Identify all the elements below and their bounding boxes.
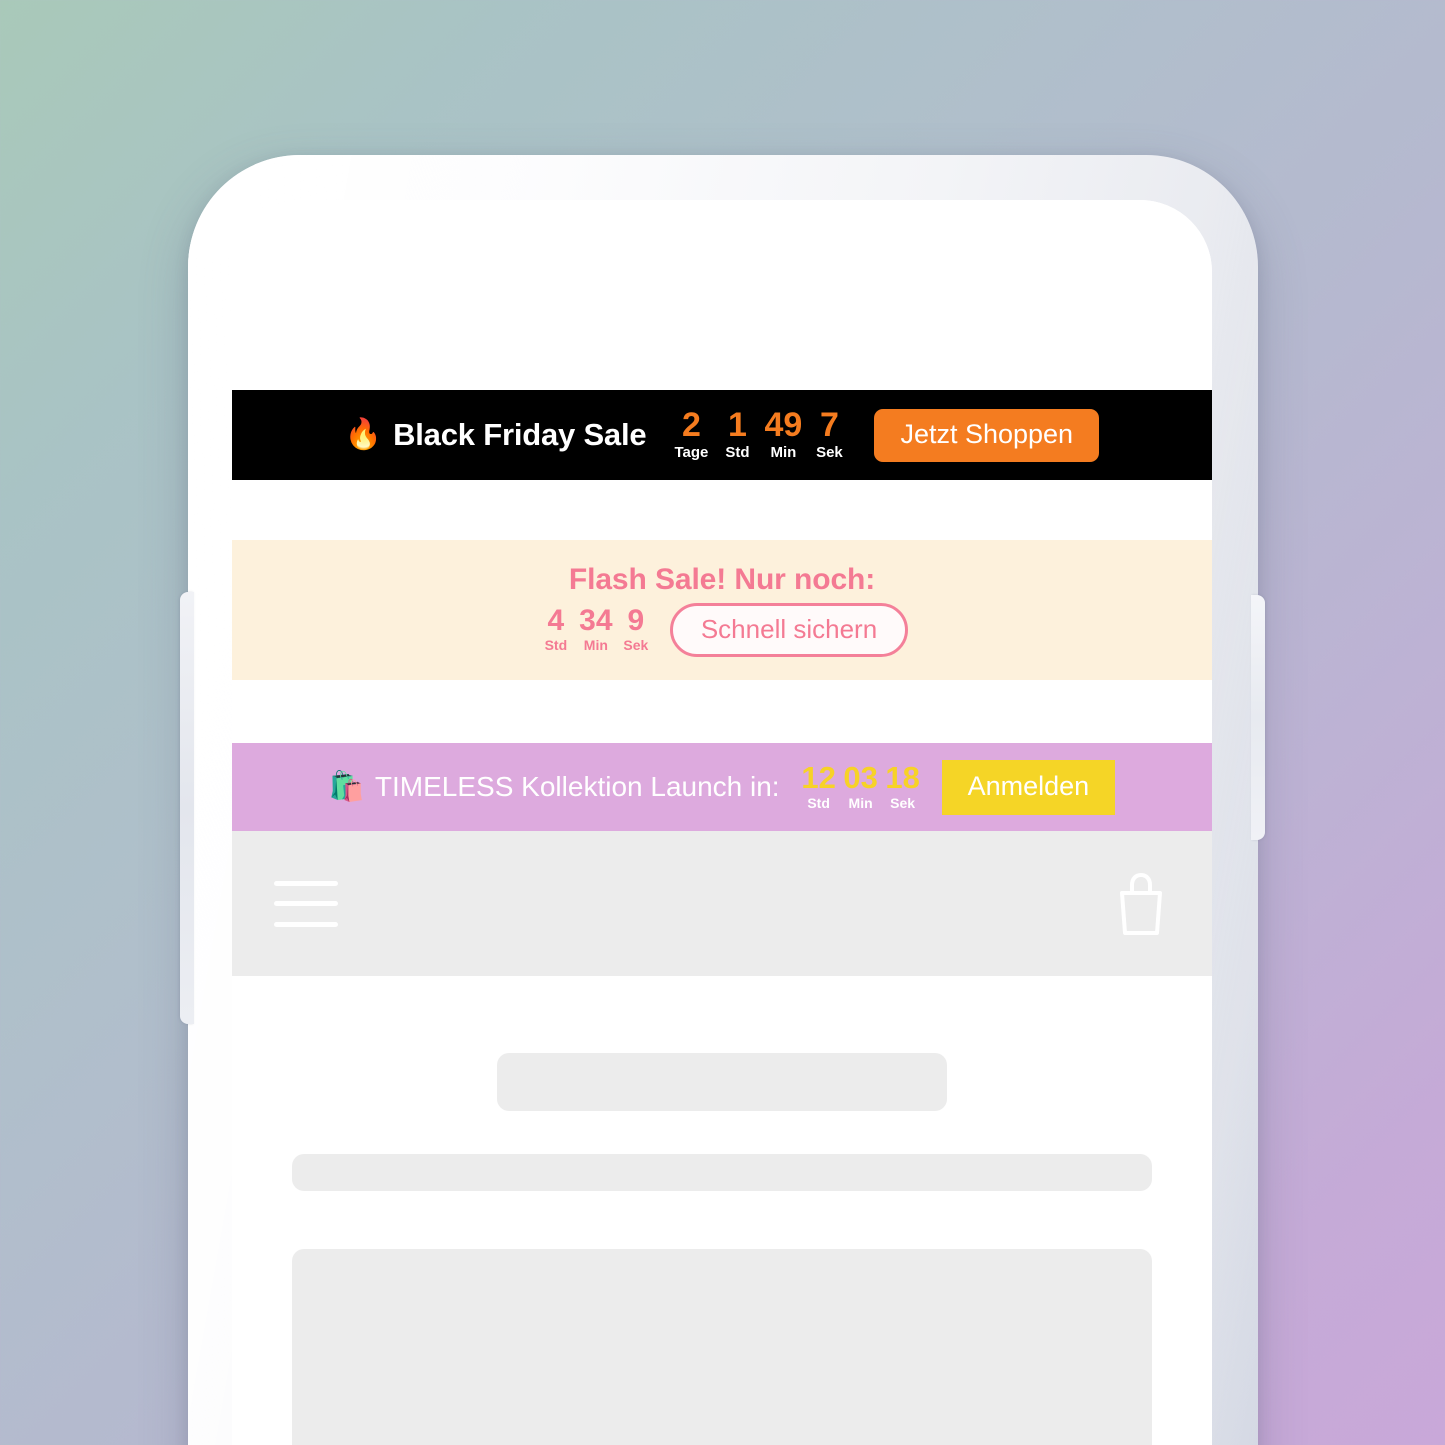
phone-volume-button[interactable]	[180, 592, 194, 1024]
countdown-value-tage: 2	[681, 405, 701, 444]
countdown-unit-sek: 9 Sek	[616, 603, 656, 655]
flash-sale-title: Flash Sale! Nur noch:	[568, 563, 876, 596]
countdown-value-sek: 7	[819, 405, 839, 444]
countdown-value-std: 4	[547, 603, 565, 637]
hamburger-line-1	[274, 880, 338, 886]
jetzt-shoppen-button[interactable]: Jetzt Shoppen	[874, 408, 1100, 462]
screen-scroll-area: 🔥 Black Friday Sale 2 Tage 1 Std 49 Min …	[232, 200, 1212, 1445]
countdown-value-min: 34	[579, 603, 613, 637]
countdown-value-std: 1	[727, 405, 747, 444]
countdown-unit-sek: 7 Sek	[806, 408, 852, 462]
banner-flash-sale: Flash Sale! Nur noch: 4 Std 34 Min 9 Sek	[232, 540, 1212, 680]
countdown-value-sek: 18	[885, 760, 920, 796]
countdown-unit-std: 1 Std	[714, 408, 760, 462]
timeless-title-group: 🛍️ TIMELESS Kollektion Launch in:	[329, 771, 780, 803]
countdown-label-min: Min	[848, 794, 873, 811]
hamburger-icon[interactable]	[274, 880, 338, 927]
countdown-label-sek: Sek	[816, 443, 843, 461]
banner-timeless-launch: 🛍️ TIMELESS Kollektion Launch in: 12 Std…	[232, 743, 1212, 831]
hamburger-line-3	[274, 921, 338, 927]
anmelden-button[interactable]: Anmelden	[941, 759, 1116, 815]
gap-below-flash-sale	[232, 680, 1212, 743]
countdown-value-min: 03	[843, 760, 878, 796]
countdown-unit-sek: 18 Sek	[882, 762, 924, 812]
flash-sale-row: 4 Std 34 Min 9 Sek Schnell sichern	[536, 603, 909, 657]
site-header	[232, 831, 1212, 976]
hero-placeholder	[497, 1053, 947, 1111]
countdown-value-sek: 9	[627, 603, 645, 637]
page-content-area	[232, 976, 1212, 1445]
countdown-unit-min: 49 Min	[760, 408, 806, 462]
countdown-label-tage: Tage	[674, 443, 709, 461]
screen-top-whitespace	[232, 200, 1212, 390]
black-friday-title-group: 🔥 Black Friday Sale	[345, 417, 647, 453]
countdown-value-min: 49	[764, 405, 803, 444]
countdown-label-sek: Sek	[890, 794, 916, 811]
banner-black-friday: 🔥 Black Friday Sale 2 Tage 1 Std 49 Min …	[232, 390, 1212, 480]
countdown-label-min: Min	[583, 637, 608, 654]
black-friday-countdown: 2 Tage 1 Std 49 Min 7 Sek	[668, 408, 852, 462]
phone-power-button[interactable]	[1251, 595, 1265, 840]
fire-emoji: 🔥	[344, 418, 383, 451]
shopping-bag-icon[interactable]	[1112, 871, 1170, 937]
flash-sale-countdown: 4 Std 34 Min 9 Sek	[536, 603, 656, 655]
timeless-title: TIMELESS Kollektion Launch in:	[374, 771, 780, 802]
countdown-value-std: 12	[801, 760, 836, 796]
countdown-unit-min: 34 Min	[576, 603, 616, 655]
countdown-label-min: Min	[770, 443, 797, 461]
block-placeholder	[292, 1249, 1152, 1445]
countdown-unit-min: 03 Min	[840, 762, 882, 812]
countdown-unit-std: 12 Std	[798, 762, 840, 812]
countdown-unit-tage: 2 Tage	[668, 408, 714, 462]
countdown-label-std: Std	[725, 443, 750, 461]
phone-screen: 🔥 Black Friday Sale 2 Tage 1 Std 49 Min …	[232, 200, 1212, 1445]
countdown-unit-std: 4 Std	[536, 603, 576, 655]
black-friday-title: Black Friday Sale	[393, 417, 647, 452]
gap-below-black-friday	[232, 480, 1212, 540]
countdown-label-std: Std	[807, 794, 830, 811]
countdown-label-sek: Sek	[623, 637, 649, 654]
schnell-sichern-button[interactable]: Schnell sichern	[669, 603, 909, 657]
countdown-label-std: Std	[544, 637, 568, 654]
line-placeholder	[292, 1154, 1152, 1191]
shopping-bags-emoji: 🛍️	[328, 770, 365, 803]
hamburger-line-2	[274, 901, 338, 906]
timeless-countdown: 12 Std 03 Min 18 Sek	[798, 762, 924, 812]
